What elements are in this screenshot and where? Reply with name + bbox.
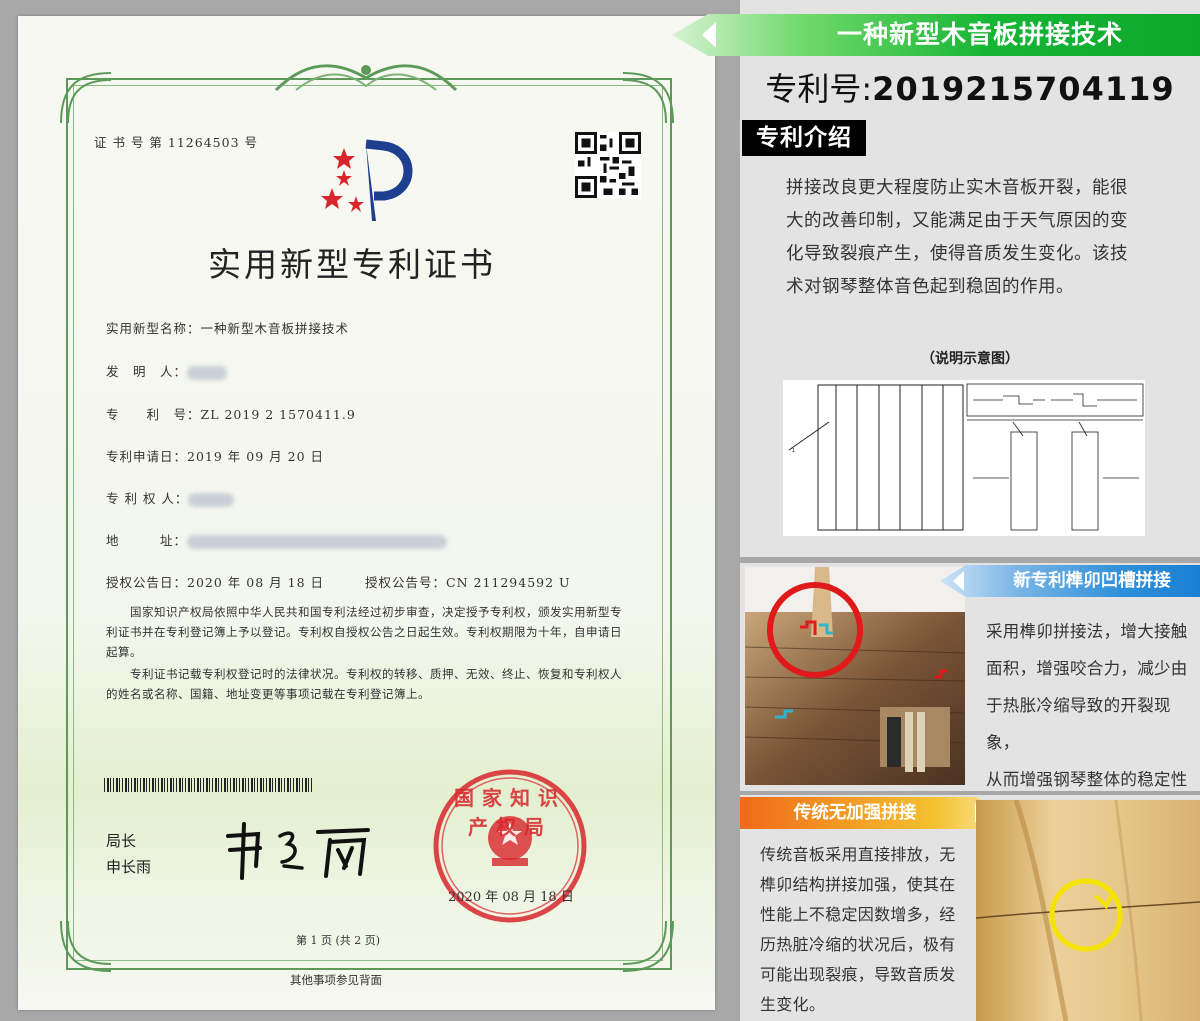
grant-number: CN 211294592 U bbox=[446, 575, 571, 590]
traditional-line: 历热脏冷缩的状况后，极有 bbox=[760, 935, 956, 954]
redacted-owner bbox=[188, 492, 235, 507]
arrow-left-icon bbox=[702, 22, 716, 48]
patent-number: ZL 2019 2 1570411.9 bbox=[200, 407, 356, 422]
footer-note: 其他事项参见背面 bbox=[290, 973, 382, 987]
intro-line: 术对钢琴整体音色起到稳固的作用。 bbox=[786, 277, 1074, 297]
intro-line: 拼接改良更大程度防止实木音板开裂，能很 bbox=[786, 178, 1128, 198]
arrow-left-icon bbox=[953, 571, 964, 591]
director-name: 申长雨 bbox=[106, 858, 152, 876]
field-label: 专利申请日： bbox=[106, 449, 188, 464]
seal-date: 2020 年 08 月 18 日 bbox=[448, 890, 574, 905]
certificate-body-paragraph: 国家知识产权局依照中华人民共和国专利法经过初步审查，决定授予专利权，颁发实用新型… bbox=[106, 605, 622, 659]
intro-tag: 专利介绍 bbox=[742, 120, 866, 156]
traditional-line: 性能上不稳定因数增多，经 bbox=[760, 905, 956, 924]
patent-certificate: 证 书 号 第 11264503 号 实用新型专利证书 实用新型名称：一种新型木… bbox=[18, 16, 715, 1010]
certificate-title: 实用新型专利证书 bbox=[208, 245, 496, 284]
redacted-inventor bbox=[187, 365, 228, 380]
intro-text: 拼接改良更大程度防止实木音板开裂，能很 大的改善印制，又能满足由于天气原因的变 … bbox=[786, 172, 1158, 304]
mortise-joint-photo bbox=[745, 567, 965, 785]
page-info: 第 1 页 (共 2 页) bbox=[296, 934, 381, 947]
traditional-line: 传统音板采用直接排放，无 bbox=[760, 845, 956, 864]
svg-text:1: 1 bbox=[792, 448, 795, 454]
mortise-title: 新专利榫卯凹槽拼接 bbox=[1013, 571, 1171, 591]
corner-ornament-icon bbox=[60, 72, 112, 124]
traditional-line: 榫卯结构拼接加强，使其在 bbox=[760, 875, 956, 894]
panel-title: 一种新型木音板拼接技术 bbox=[836, 20, 1123, 49]
intro-line: 大的改善印制，又能满足由于天气原因的变 bbox=[786, 211, 1128, 231]
field-label: 地 址： bbox=[106, 533, 188, 548]
traditional-line: 可能出现裂痕，导致音质发 bbox=[760, 965, 956, 984]
field-label: 授权公告号： bbox=[365, 575, 447, 590]
top-ornament-icon bbox=[274, 64, 458, 92]
cnipa-logo-icon bbox=[321, 139, 413, 221]
mortise-line: 面积，增强咬合力，减少由 bbox=[986, 659, 1188, 678]
explanatory-diagram: 1 bbox=[783, 380, 1145, 536]
field-label: 专 利 号： bbox=[106, 407, 201, 422]
application-date: 2019 年 09 月 20 日 bbox=[187, 449, 325, 464]
corner-ornament-icon bbox=[622, 920, 674, 972]
utility-model-name: 一种新型木音板拼接技术 bbox=[200, 321, 350, 336]
field-label: 实用新型名称： bbox=[106, 321, 201, 336]
grant-date: 2020 年 08 月 18 日 bbox=[187, 575, 325, 590]
field-label: 专 利 权 人： bbox=[106, 491, 189, 506]
mortise-line: 从而增强钢琴整体的稳定性 bbox=[986, 770, 1188, 789]
mortise-line: 采用榫卯拼接法，增大接触 bbox=[986, 622, 1188, 641]
redacted-address bbox=[187, 534, 448, 549]
patent-number-label: 专利号: bbox=[765, 70, 873, 108]
director-title: 局长 bbox=[106, 832, 137, 850]
field-label: 发 明 人： bbox=[106, 364, 188, 379]
traditional-text: 传统音板采用直接排放，无 榫卯结构拼接加强，使其在 性能上不稳定因数增多，经 历… bbox=[760, 840, 960, 1020]
patent-number-heading: 专利号:2019215704119 bbox=[740, 64, 1200, 114]
qr-code bbox=[575, 132, 641, 198]
traditional-line: 生变化。 bbox=[760, 995, 826, 1014]
diagram-title: （说明示意图） bbox=[921, 351, 1019, 367]
director-signature bbox=[226, 822, 370, 880]
certificate-body-paragraph: 专利证书记载专利权登记时的法律状况。专利权的转移、质押、无效、终止、恢复和专利权… bbox=[106, 667, 622, 701]
mortise-line: 于热胀冷缩导致的开裂现象， bbox=[986, 696, 1171, 752]
corner-ornament-icon bbox=[60, 920, 112, 972]
intro-line: 化导致裂痕产生，使得音质发生变化。该技 bbox=[786, 244, 1128, 264]
seal-text: 国家知识产权局 bbox=[454, 786, 566, 839]
certificate-number: 证 书 号 第 11264503 号 bbox=[94, 135, 258, 150]
traditional-title: 传统无加强拼接 bbox=[793, 803, 917, 823]
patent-number-value: 2019215704119 bbox=[872, 70, 1175, 108]
field-label: 授权公告日： bbox=[106, 575, 188, 590]
mortise-text: 采用榫卯拼接法，增大接触 面积，增强咬合力，减少由 于热胀冷缩导致的开裂现象， … bbox=[986, 613, 1194, 798]
cracked-board-photo bbox=[976, 800, 1200, 1021]
barcode bbox=[104, 778, 314, 792]
corner-ornament-icon bbox=[622, 72, 674, 124]
